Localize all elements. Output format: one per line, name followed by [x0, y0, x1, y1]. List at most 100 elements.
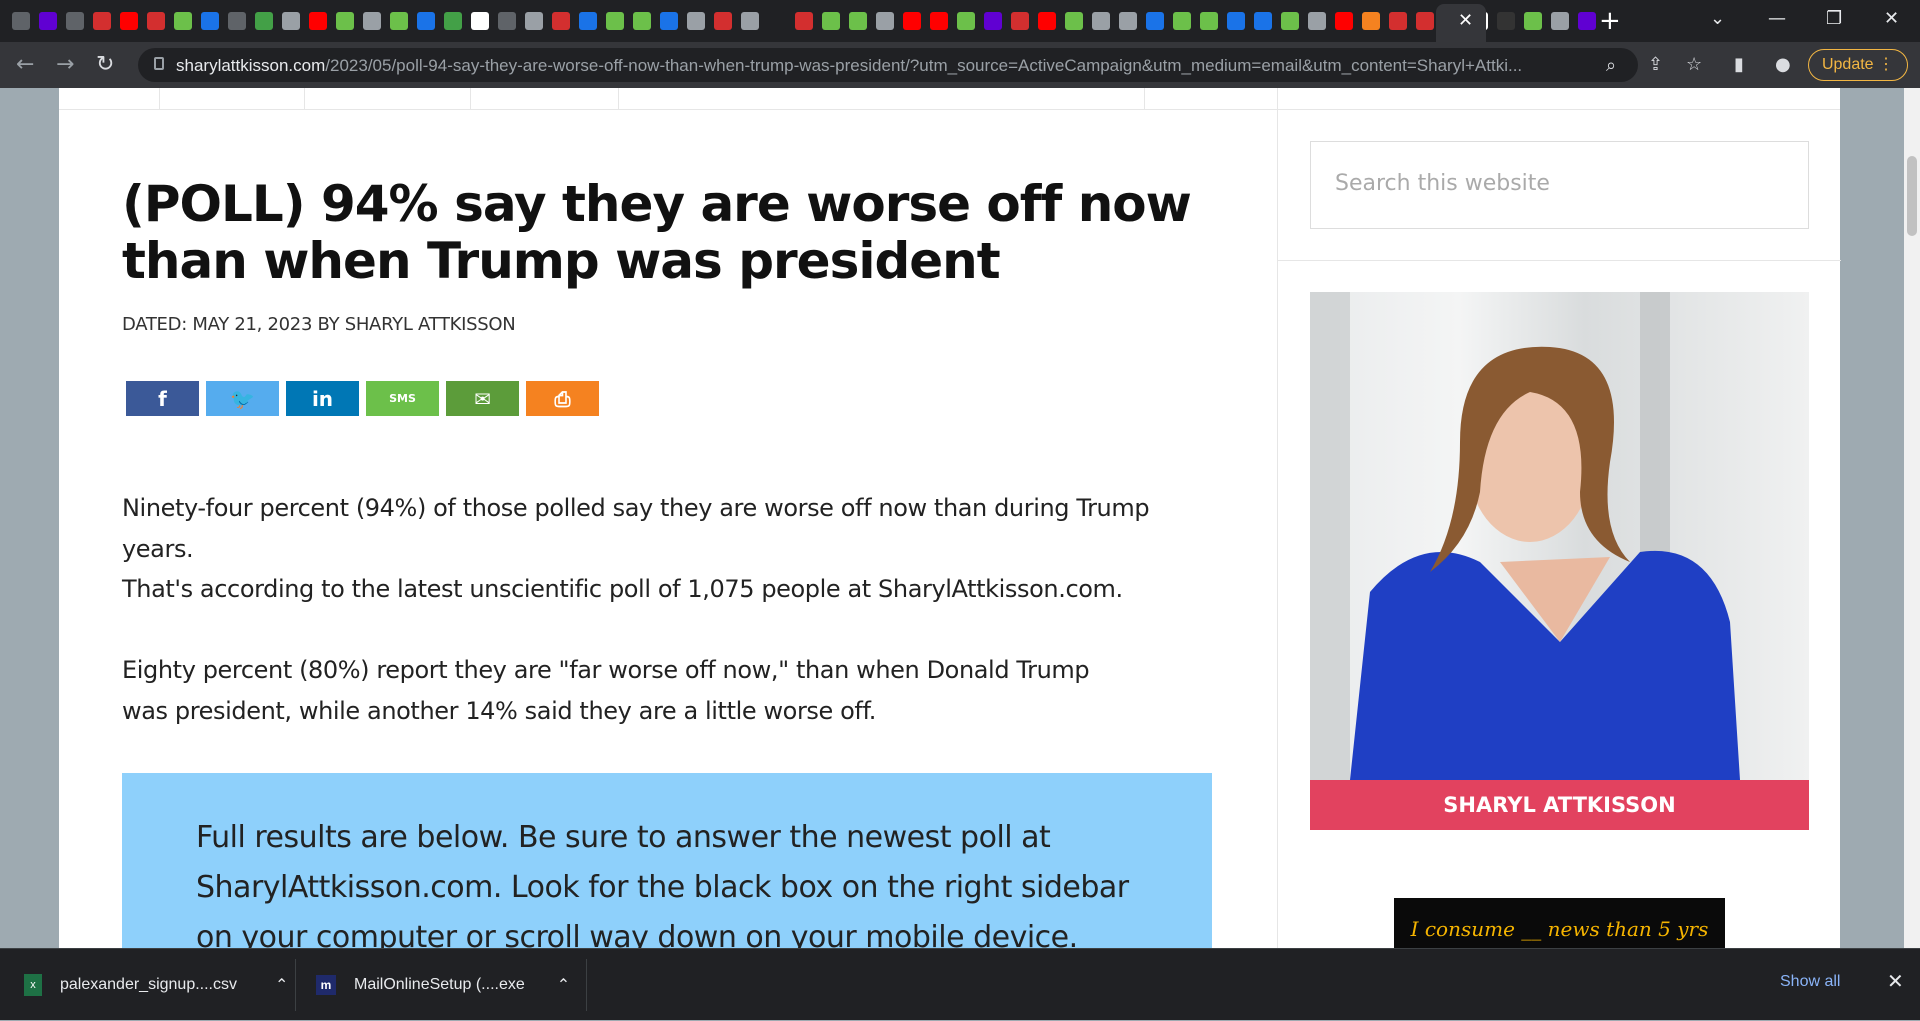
- tab-icon[interactable]: [1497, 12, 1515, 30]
- rumble-tab-icon[interactable]: [336, 12, 354, 30]
- tab-icon[interactable]: [1551, 12, 1569, 30]
- youtube-tab-icon[interactable]: [1335, 12, 1353, 30]
- close-tab-icon[interactable]: ✕: [1458, 10, 1473, 31]
- article-paragraph: That's according to the latest unscienti…: [122, 575, 1123, 603]
- search-tab-icon[interactable]: [660, 12, 678, 30]
- tab-icon[interactable]: [1389, 12, 1407, 30]
- tab-icon[interactable]: [687, 12, 705, 30]
- rumble-tab-icon[interactable]: [174, 12, 192, 30]
- minimize-icon[interactable]: —: [1768, 8, 1786, 29]
- close-window-icon[interactable]: ✕: [1884, 8, 1899, 29]
- sidebar: Search this website SHARYL ATTKISSON I c…: [1277, 88, 1841, 948]
- new-tab-button[interactable]: +: [1599, 6, 1621, 36]
- rumble-tab-icon[interactable]: [390, 12, 408, 30]
- facebook-share-button[interactable]: f: [126, 381, 199, 416]
- tab-icon[interactable]: [255, 12, 273, 30]
- restore-icon[interactable]: ❐: [1826, 8, 1842, 29]
- profile-icon[interactable]: ●: [1775, 54, 1791, 75]
- print-button[interactable]: ⎙: [526, 381, 599, 416]
- yahoo-tab-icon[interactable]: [984, 12, 1002, 30]
- search-tab-icon[interactable]: [1254, 12, 1272, 30]
- download-item[interactable]: m MailOnlineSetup (....exe ⌃: [316, 949, 570, 1021]
- tab-icon[interactable]: [525, 12, 543, 30]
- bi-tab-icon[interactable]: [147, 12, 165, 30]
- bi-tab-icon[interactable]: [714, 12, 732, 30]
- zoom-icon[interactable]: ⌕: [1606, 55, 1616, 76]
- google-tab-icon[interactable]: [471, 12, 489, 30]
- youtube-tab-icon[interactable]: [309, 12, 327, 30]
- youtube-tab-icon[interactable]: [930, 12, 948, 30]
- youtube-tab-icon[interactable]: [903, 12, 921, 30]
- tab-icon[interactable]: [282, 12, 300, 30]
- scrollbar[interactable]: [1904, 88, 1920, 948]
- rumble-tab-icon[interactable]: [1281, 12, 1299, 30]
- search-tab-icon[interactable]: [1146, 12, 1164, 30]
- tab-icon[interactable]: [1578, 12, 1596, 30]
- rumble-tab-icon[interactable]: [1200, 12, 1218, 30]
- yahoo-tab-icon[interactable]: [39, 12, 57, 30]
- update-button[interactable]: Update ⋮: [1808, 49, 1908, 81]
- tab-icon[interactable]: [498, 12, 516, 30]
- rumble-tab-icon[interactable]: [957, 12, 975, 30]
- tab-icon[interactable]: [1308, 12, 1326, 30]
- author-name-banner[interactable]: SHARYL ATTKISSON: [1310, 780, 1809, 830]
- forward-icon[interactable]: →: [56, 52, 74, 77]
- tab-icon[interactable]: [228, 12, 246, 30]
- search-tab-icon[interactable]: [417, 12, 435, 30]
- page-viewport: (POLL) 94% say they are worse off now th…: [0, 88, 1904, 948]
- url-text[interactable]: sharylattkisson.com/2023/05/poll-94-say-…: [176, 56, 1522, 76]
- chevron-up-icon[interactable]: ⌃: [557, 975, 570, 995]
- linkedin-share-button[interactable]: in: [286, 381, 359, 416]
- rumble-tab-icon[interactable]: [822, 12, 840, 30]
- print-icon: ⎙: [554, 386, 571, 411]
- show-all-button[interactable]: Show all: [1780, 973, 1840, 991]
- tab-icon[interactable]: [1416, 12, 1434, 30]
- rumble-tab-icon[interactable]: [849, 12, 867, 30]
- search-input[interactable]: Search this website: [1310, 141, 1809, 229]
- tab-icon[interactable]: [1092, 12, 1110, 30]
- poll-box[interactable]: I consume __ news than 5 yrs: [1394, 898, 1725, 948]
- youtube-tab-icon[interactable]: [120, 12, 138, 30]
- bi-tab-icon[interactable]: [795, 12, 813, 30]
- download-filename: MailOnlineSetup (....exe: [354, 976, 525, 993]
- twitter-share-button[interactable]: 🐦: [206, 381, 279, 416]
- email-share-button[interactable]: ✉: [446, 381, 519, 416]
- side-panel-icon[interactable]: ▮: [1734, 54, 1744, 75]
- reload-icon[interactable]: ↻: [96, 52, 114, 77]
- bi-tab-icon[interactable]: [93, 12, 111, 30]
- bi-tab-icon[interactable]: [552, 12, 570, 30]
- tab-icon[interactable]: [444, 12, 462, 30]
- tab-icon[interactable]: [363, 12, 381, 30]
- tab-icon[interactable]: [1362, 12, 1380, 30]
- rumble-tab-icon[interactable]: [1173, 12, 1191, 30]
- rumble-tab-icon[interactable]: [1065, 12, 1083, 30]
- linkedin-icon: in: [311, 386, 334, 411]
- sms-share-button[interactable]: SMS: [366, 381, 439, 416]
- back-icon[interactable]: ←: [16, 52, 34, 77]
- tab-icon[interactable]: [66, 12, 84, 30]
- tab-icon[interactable]: [1524, 12, 1542, 30]
- tab-icon[interactable]: [768, 12, 786, 30]
- bi-tab-icon[interactable]: [1011, 12, 1029, 30]
- download-item[interactable]: x palexander_signup....csv ⌃: [24, 949, 288, 1021]
- tab-icon[interactable]: [876, 12, 894, 30]
- tab-icon[interactable]: [741, 12, 759, 30]
- close-downloads-icon[interactable]: ✕: [1887, 969, 1904, 993]
- bookmark-star-icon[interactable]: ☆: [1686, 54, 1702, 75]
- tab-search-icon[interactable]: ⌄: [1710, 8, 1725, 29]
- share-icon[interactable]: ⇪: [1648, 54, 1663, 75]
- tab-icon[interactable]: [1119, 12, 1137, 30]
- twitter-icon: 🐦: [230, 386, 255, 411]
- scrollbar-thumb[interactable]: [1907, 156, 1917, 236]
- chrome-tab-icon[interactable]: [12, 12, 30, 30]
- tab-icon[interactable]: [201, 12, 219, 30]
- tab-icon[interactable]: [579, 12, 597, 30]
- chevron-up-icon[interactable]: ⌃: [275, 975, 288, 995]
- rumble-tab-icon[interactable]: [606, 12, 624, 30]
- lock-icon[interactable]: [154, 57, 164, 70]
- tab-icon[interactable]: [1227, 12, 1245, 30]
- address-bar[interactable]: sharylattkisson.com/2023/05/poll-94-say-…: [138, 48, 1638, 82]
- callout-box: Full results are below. Be sure to answe…: [122, 773, 1212, 948]
- rumble-tab-icon[interactable]: [633, 12, 651, 30]
- youtube-tab-icon[interactable]: [1038, 12, 1056, 30]
